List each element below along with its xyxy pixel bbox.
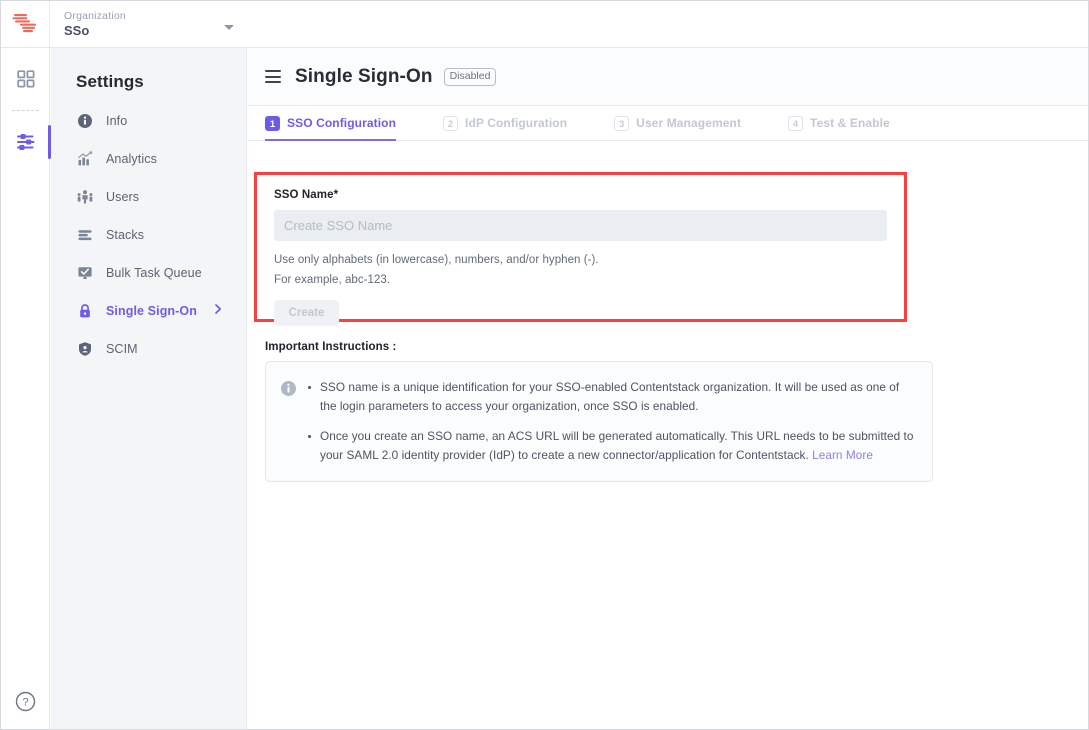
tab-number: 4: [788, 116, 803, 131]
tab-number: 3: [614, 116, 629, 131]
info-icon: [76, 112, 94, 130]
settings-sidebar: Settings Info: [51, 48, 247, 730]
sliders-icon: [15, 131, 37, 153]
sidebar-item-info[interactable]: Info: [51, 102, 246, 140]
contentstack-logo: [12, 12, 38, 36]
top-bar: Organization SSo: [1, 1, 1089, 48]
task-queue-icon: [76, 264, 94, 282]
sidebar-item-scim[interactable]: SCIM: [51, 330, 246, 368]
tab-label: IdP Configuration: [465, 116, 567, 130]
tab-number: 2: [443, 116, 458, 131]
chevron-right-icon[interactable]: [212, 302, 224, 320]
info-circle-icon: [280, 380, 298, 465]
sidebar-item-stacks[interactable]: Stacks: [51, 216, 246, 254]
learn-more-link[interactable]: Learn More: [812, 448, 873, 462]
tab-number: 1: [265, 116, 280, 131]
sidebar-item-analytics[interactable]: Analytics: [51, 140, 246, 178]
status-badge: Disabled: [444, 68, 497, 86]
hamburger-icon[interactable]: [265, 70, 281, 83]
main-content: Single Sign-On Disabled 1 SSO Configurat…: [248, 48, 1089, 730]
sidebar-item-label: Analytics: [106, 152, 157, 166]
organization-selector[interactable]: Organization SSo: [50, 1, 248, 47]
svg-text:?: ?: [22, 697, 28, 709]
sidebar-item-label: SCIM: [106, 342, 138, 356]
page-title: Single Sign-On: [295, 66, 433, 88]
sidebar-item-single-sign-on[interactable]: Single Sign-On: [51, 292, 246, 330]
app-window: Organization SSo: [0, 0, 1089, 730]
sidebar-item-users[interactable]: Users: [51, 178, 246, 216]
tab-user-management[interactable]: 3 User Management: [614, 106, 741, 140]
rail-item-settings[interactable]: [1, 119, 50, 165]
tab-label: SSO Configuration: [287, 116, 396, 130]
instruction-item: SSO name is a unique identification for …: [306, 378, 914, 416]
help-circle-icon: ?: [15, 691, 36, 712]
users-icon: [76, 188, 94, 206]
tab-idp-configuration[interactable]: 2 IdP Configuration: [443, 106, 567, 140]
chevron-down-icon[interactable]: [224, 25, 234, 30]
tab-bar: 1 SSO Configuration 2 IdP Configuration …: [248, 106, 1089, 141]
organization-label: Organization: [64, 9, 248, 23]
tab-test-and-enable[interactable]: 4 Test & Enable: [788, 106, 890, 140]
sidebar-item-label: Users: [106, 190, 139, 204]
organization-value: SSo: [64, 23, 248, 39]
page-header: Single Sign-On Disabled: [248, 48, 1089, 106]
instructions-title: Important Instructions :: [265, 341, 396, 353]
sidebar-item-label: Info: [106, 114, 127, 128]
sso-name-hint-line-2: For example, abc-123.: [274, 271, 887, 289]
shield-icon: [76, 340, 94, 358]
sidebar-item-label: Bulk Task Queue: [106, 266, 202, 280]
tab-panel-sso-configuration: SSO Name* Use only alphabets (in lowerca…: [248, 141, 1089, 730]
rail-item-apps[interactable]: [1, 56, 50, 102]
sso-name-input[interactable]: [274, 210, 887, 241]
sidebar-title: Settings: [51, 48, 246, 102]
tab-label: Test & Enable: [810, 116, 890, 130]
sso-name-label: SSO Name*: [274, 189, 887, 201]
tab-sso-configuration[interactable]: 1 SSO Configuration: [265, 106, 396, 140]
instructions-list: SSO name is a unique identification for …: [306, 378, 914, 465]
lock-icon: [76, 302, 94, 320]
sidebar-item-bulk-task-queue[interactable]: Bulk Task Queue: [51, 254, 246, 292]
create-button[interactable]: Create: [274, 300, 339, 326]
sso-name-hint-line-1: Use only alphabets (in lowercase), numbe…: [274, 251, 887, 269]
sidebar-item-label: Single Sign-On: [106, 304, 197, 318]
stacks-icon: [76, 226, 94, 244]
analytics-icon: [76, 150, 94, 168]
grid-icon: [16, 69, 36, 89]
sidebar-item-label: Stacks: [106, 228, 144, 242]
instruction-item: Once you create an SSO name, an ACS URL …: [306, 427, 914, 465]
tab-label: User Management: [636, 116, 741, 130]
help-button[interactable]: ?: [1, 691, 50, 712]
instructions-box: SSO name is a unique identification for …: [265, 361, 933, 482]
rail-divider: [12, 110, 39, 111]
logo-container[interactable]: [1, 1, 50, 47]
sso-name-highlight: SSO Name* Use only alphabets (in lowerca…: [254, 172, 907, 322]
sso-name-form: SSO Name* Use only alphabets (in lowerca…: [257, 175, 904, 319]
icon-rail: ?: [1, 48, 50, 730]
